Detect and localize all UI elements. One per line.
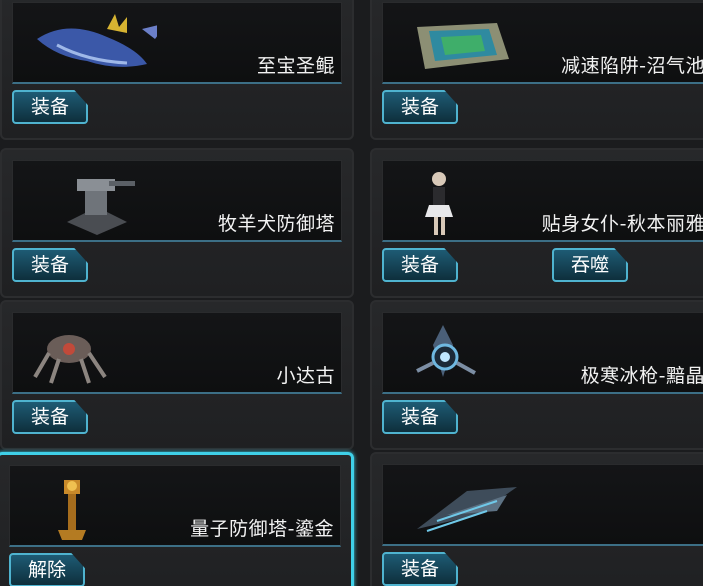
item-name: 小达古 xyxy=(276,365,335,387)
item-preview: 减速陷阱-沼气池 xyxy=(382,2,703,84)
unequip-button[interactable]: 解除 xyxy=(9,553,85,586)
devour-button[interactable]: 吞噬 xyxy=(552,248,628,282)
item-card[interactable]: 小达古 装备 xyxy=(0,300,354,450)
item-name: 至宝圣鲲 xyxy=(256,55,335,77)
item-card-selected[interactable]: 量子防御塔-鎏金 解除 xyxy=(0,452,354,586)
equip-button[interactable]: 装备 xyxy=(382,90,458,124)
spider-mech-icon xyxy=(33,335,107,384)
item-preview xyxy=(382,464,703,546)
golden-tower-icon xyxy=(58,480,86,540)
item-name: 贴身女仆-秋本丽雅 xyxy=(541,213,703,235)
fighter-ship-icon xyxy=(417,487,517,532)
trap-icon xyxy=(417,23,509,69)
item-name: 牧羊犬防御塔 xyxy=(217,213,335,235)
item-card[interactable]: 极寒冰枪-黯晶 装备 xyxy=(370,300,703,450)
item-name: 减速陷阱-沼气池 xyxy=(561,55,703,77)
equip-button[interactable]: 装备 xyxy=(382,400,458,434)
equip-button[interactable]: 装备 xyxy=(12,400,88,434)
item-name: 量子防御塔-鎏金 xyxy=(190,518,334,540)
maid-icon xyxy=(425,172,453,235)
ice-lance-icon xyxy=(416,325,476,377)
item-card[interactable]: 贴身女仆-秋本丽雅 装备 吞噬 xyxy=(370,148,703,298)
item-preview: 极寒冰枪-黯晶 xyxy=(382,312,703,394)
equip-button[interactable]: 装备 xyxy=(382,248,458,282)
item-card[interactable]: 至宝圣鲲 装备 xyxy=(0,0,354,140)
item-preview: 小达古 xyxy=(12,312,342,394)
item-preview: 牧羊犬防御塔 xyxy=(12,160,342,242)
item-name: 极寒冰枪-黯晶 xyxy=(580,365,703,387)
equip-button[interactable]: 装备 xyxy=(382,552,458,586)
equip-button[interactable]: 装备 xyxy=(12,248,88,282)
item-preview: 量子防御塔-鎏金 xyxy=(9,465,341,547)
item-card[interactable]: 减速陷阱-沼气池 装备 xyxy=(370,0,703,140)
turret-icon xyxy=(67,179,135,235)
item-preview: 至宝圣鲲 xyxy=(12,2,342,84)
equip-button[interactable]: 装备 xyxy=(12,90,88,124)
whale-icon xyxy=(37,14,157,67)
item-card[interactable]: 装备 xyxy=(370,452,703,586)
item-card[interactable]: 牧羊犬防御塔 装备 xyxy=(0,148,354,298)
item-preview: 贴身女仆-秋本丽雅 xyxy=(382,160,703,242)
item-grid: 至宝圣鲲 装备 减速陷阱-沼气池 装备 牧羊犬防御塔 装备 贴身女仆-秋本丽雅 … xyxy=(0,0,703,586)
